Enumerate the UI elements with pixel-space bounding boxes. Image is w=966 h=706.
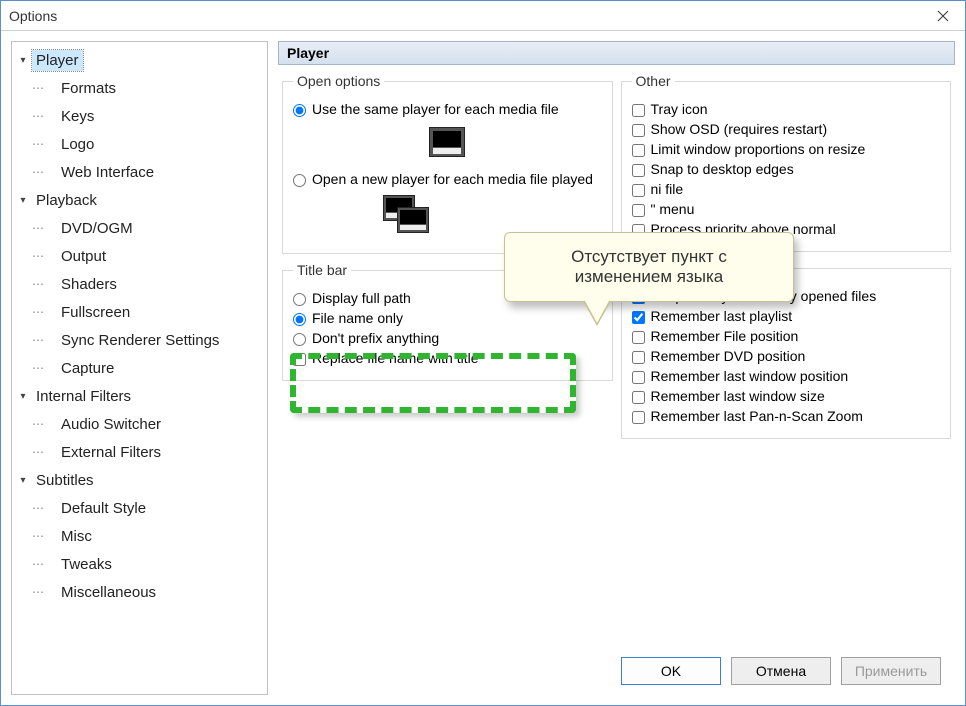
tree-item-output[interactable]: ⋯Output [14, 242, 265, 270]
check-remember-playlist[interactable]: Remember last playlist [632, 308, 941, 324]
apply-button[interactable]: Применить [841, 657, 941, 685]
right-column: Other Tray icon Show OSD (requires resta… [621, 73, 952, 643]
options-tree: Player ⋯Formats ⋯Keys ⋯Logo ⋯Web Interfa… [14, 46, 265, 606]
check-tray-icon[interactable]: Tray icon [632, 101, 941, 117]
cancel-button[interactable]: Отмена [731, 657, 831, 685]
check-remember-panscan[interactable]: Remember last Pan-n-Scan Zoom [632, 408, 941, 424]
open-options-legend: Open options [293, 73, 384, 89]
title-bar-legend: Title bar [293, 262, 351, 278]
radio-new-player-input[interactable] [293, 174, 306, 187]
chevron-down-icon [20, 55, 25, 66]
check-limit-window[interactable]: Limit window proportions on resize [632, 141, 941, 157]
open-options-group: Open options Use the same player for eac… [282, 73, 613, 254]
callout-line1: Отсутствует пункт с [523, 247, 775, 267]
radio-file-name-only-input[interactable] [293, 313, 306, 326]
radio-same-player[interactable]: Use the same player for each media file [293, 101, 602, 117]
annotation-callout: Отсутствует пункт с изменением языка [504, 232, 794, 302]
tree-item-tweaks[interactable]: ⋯Tweaks [14, 550, 265, 578]
options-window: Options Player ⋯Formats ⋯Keys ⋯Logo ⋯Web… [0, 0, 966, 706]
chevron-down-icon [20, 391, 25, 402]
chevron-down-icon [20, 195, 25, 206]
callout-line2: изменением языка [523, 267, 775, 287]
check-menu[interactable]: " menu [632, 201, 941, 217]
tree-item-internal-filters[interactable]: Internal Filters [14, 382, 265, 410]
check-remember-win-size[interactable]: Remember last window size [632, 388, 941, 404]
panel-body: Open options Use the same player for eac… [278, 65, 955, 647]
tree-item-keys[interactable]: ⋯Keys [14, 102, 265, 130]
tree-item-miscellaneous[interactable]: ⋯Miscellaneous [14, 578, 265, 606]
left-column: Open options Use the same player for eac… [282, 73, 613, 643]
other-legend: Other [632, 73, 675, 89]
tree-item-player[interactable]: Player [14, 46, 265, 74]
check-replace-title[interactable]: Replace file name with title [293, 350, 602, 366]
content-panel: Player Open options Use the same player … [278, 41, 955, 695]
tree-item-sync-renderer[interactable]: ⋯Sync Renderer Settings [14, 326, 265, 354]
radio-full-path-input[interactable] [293, 293, 306, 306]
radio-same-player-input[interactable] [293, 104, 306, 117]
tree-item-web-interface[interactable]: ⋯Web Interface [14, 158, 265, 186]
player-stack-icon [383, 195, 433, 235]
tree-item-logo[interactable]: ⋯Logo [14, 130, 265, 158]
player-thumb-icon [429, 127, 465, 157]
radio-no-prefix[interactable]: Don't prefix anything [293, 330, 602, 346]
tree-item-shaders[interactable]: ⋯Shaders [14, 270, 265, 298]
tree-item-fullscreen[interactable]: ⋯Fullscreen [14, 298, 265, 326]
other-group: Other Tray icon Show OSD (requires resta… [621, 73, 952, 252]
footer: OK Отмена Применить [278, 647, 955, 695]
check-replace-title-input[interactable] [293, 353, 306, 366]
tree-item-capture[interactable]: ⋯Capture [14, 354, 265, 382]
check-show-osd[interactable]: Show OSD (requires restart) [632, 121, 941, 137]
check-remember-file-pos[interactable]: Remember File position [632, 328, 941, 344]
tree-item-default-style[interactable]: ⋯Default Style [14, 494, 265, 522]
titlebar: Options [1, 1, 965, 31]
tree-item-audio-switcher[interactable]: ⋯Audio Switcher [14, 410, 265, 438]
ok-button[interactable]: OK [621, 657, 721, 685]
tree-item-misc[interactable]: ⋯Misc [14, 522, 265, 550]
panel-header: Player [278, 41, 955, 65]
close-button[interactable] [920, 1, 965, 31]
tree-item-subtitles[interactable]: Subtitles [14, 466, 265, 494]
check-ini-file[interactable]: ni file [632, 181, 941, 197]
check-remember-win-pos[interactable]: Remember last window position [632, 368, 941, 384]
radio-file-name-only[interactable]: File name only [293, 310, 602, 326]
body: Player ⋯Formats ⋯Keys ⋯Logo ⋯Web Interfa… [1, 31, 965, 705]
radio-no-prefix-input[interactable] [293, 333, 306, 346]
tree-item-dvd-ogm[interactable]: ⋯DVD/OGM [14, 214, 265, 242]
chevron-down-icon [20, 475, 25, 486]
check-remember-dvd-pos[interactable]: Remember DVD position [632, 348, 941, 364]
tree-item-formats[interactable]: ⋯Formats [14, 74, 265, 102]
check-snap-edges[interactable]: Snap to desktop edges [632, 161, 941, 177]
radio-new-player[interactable]: Open a new player for each media file pl… [293, 171, 602, 187]
tree-panel: Player ⋯Formats ⋯Keys ⋯Logo ⋯Web Interfa… [11, 41, 268, 695]
close-icon [937, 10, 949, 22]
tree-item-playback[interactable]: Playback [14, 186, 265, 214]
window-title: Options [9, 8, 57, 24]
tree-item-external-filters[interactable]: ⋯External Filters [14, 438, 265, 466]
